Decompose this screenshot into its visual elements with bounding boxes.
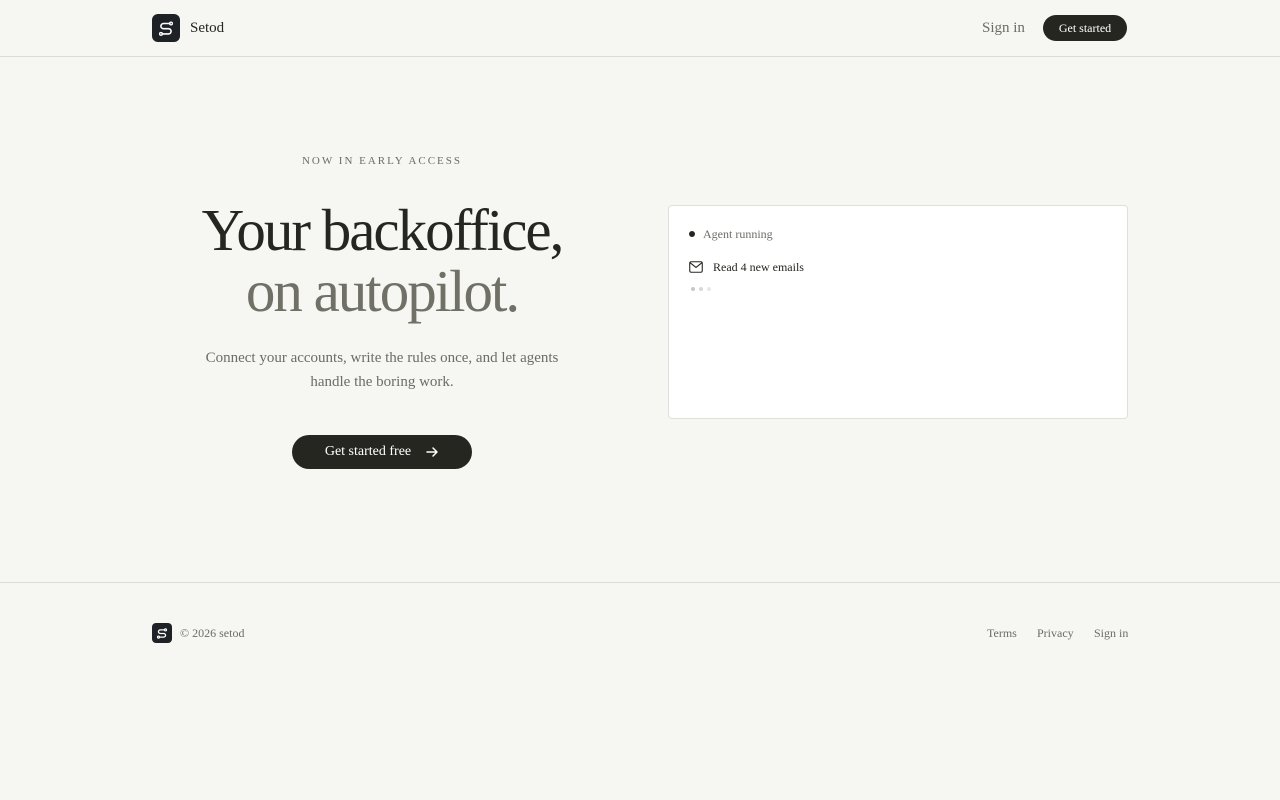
get-started-free-label: Get started free (324, 444, 412, 459)
agent-activity-panel: Agent running Read 4 new emails (668, 205, 1128, 419)
headline-line-2: on autopilot. (245, 258, 520, 324)
agent-status: Agent running (703, 227, 773, 241)
typing-dot (707, 287, 711, 291)
get-started-button[interactable]: Get started (1043, 15, 1127, 41)
footer-link-sign-in[interactable]: Sign in (1094, 626, 1128, 641)
sign-in-link[interactable]: Sign in (982, 18, 1025, 38)
footer-logo-icon[interactable] (152, 623, 172, 643)
headline-line-1: Your backoffice, (201, 197, 565, 263)
early-access-eyebrow: NOW IN EARLY ACCESS (301, 155, 463, 167)
status-dot-icon (689, 231, 695, 237)
typing-dot (699, 287, 703, 291)
typing-indicator (691, 287, 711, 291)
agent-task: Read 4 new emails (713, 260, 804, 274)
copyright: © 2026 setod (180, 626, 245, 640)
typing-dot (691, 287, 695, 291)
footer-link-privacy[interactable]: Privacy (1037, 626, 1074, 641)
logo-glyph (156, 628, 168, 639)
get-started-free-button[interactable]: Get started free (292, 435, 472, 469)
hero-headline: Your backoffice, on autopilot. (122, 200, 642, 322)
site-footer: © 2026 setod Terms Privacy Sign in (0, 582, 1280, 800)
footer-link-terms[interactable]: Terms (987, 626, 1017, 641)
site-header: Setod Sign in Get started (0, 0, 1280, 57)
brand-name[interactable]: Setod (190, 18, 224, 38)
setod-logo-icon[interactable] (152, 14, 180, 42)
arrow-right-icon (426, 447, 438, 457)
hero-subtext: Connect your accounts, write the rules o… (205, 350, 559, 390)
logo-glyph (158, 21, 174, 36)
mail-icon (689, 261, 703, 273)
